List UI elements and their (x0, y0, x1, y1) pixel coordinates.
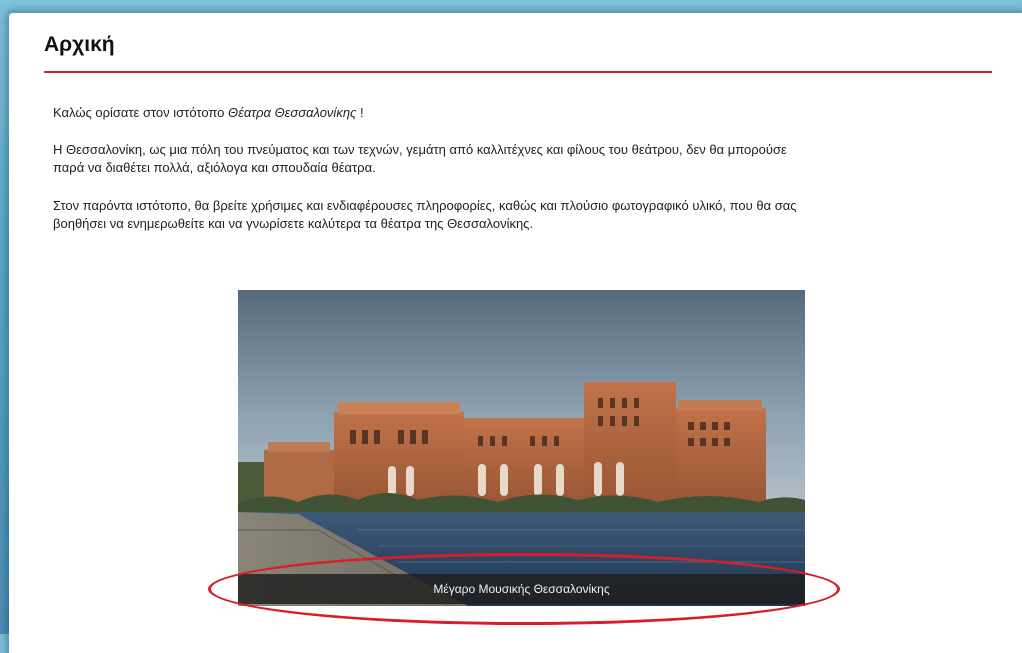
city-paragraph-line-2: παρά να διαθέτει πολλά, αξιόλογα και σπο… (53, 160, 376, 175)
site-info-line-1: Στον παρόντα ιστότοπο, θα βρείτε χρήσιμε… (53, 198, 797, 213)
site-name: Θέατρα Θεσσαλονίκης (228, 105, 357, 120)
site-info-line-2: βοηθήσει να ενημερωθείτε και να γνωρίσετ… (53, 216, 534, 231)
page-title: Αρχική (44, 33, 115, 56)
photo-caption-bar: Μέγαρο Μουσικής Θεσσαλονίκης (238, 574, 805, 604)
title-divider (44, 71, 992, 73)
concert-hall-image (238, 290, 805, 606)
photo-caption: Μέγαρο Μουσικής Θεσσαλονίκης (433, 582, 610, 596)
welcome-paragraph: Καλώς ορίσατε στον ιστότοπο Θέατρα Θεσσα… (53, 104, 983, 122)
city-paragraph-line-1: Η Θεσσαλονίκη, ως μια πόλη του πνεύματος… (53, 142, 787, 157)
welcome-prefix: Καλώς ορίσατε στον ιστότοπο (53, 105, 228, 120)
welcome-suffix: ! (356, 105, 364, 120)
city-paragraph: Η Θεσσαλονίκη, ως μια πόλη του πνεύματος… (53, 141, 983, 177)
slideshow-photo[interactable]: Μέγαρο Μουσικής Θεσσαλονίκης (238, 290, 805, 606)
site-info-paragraph: Στον παρόντα ιστότοπο, θα βρείτε χρήσιμε… (53, 197, 983, 233)
